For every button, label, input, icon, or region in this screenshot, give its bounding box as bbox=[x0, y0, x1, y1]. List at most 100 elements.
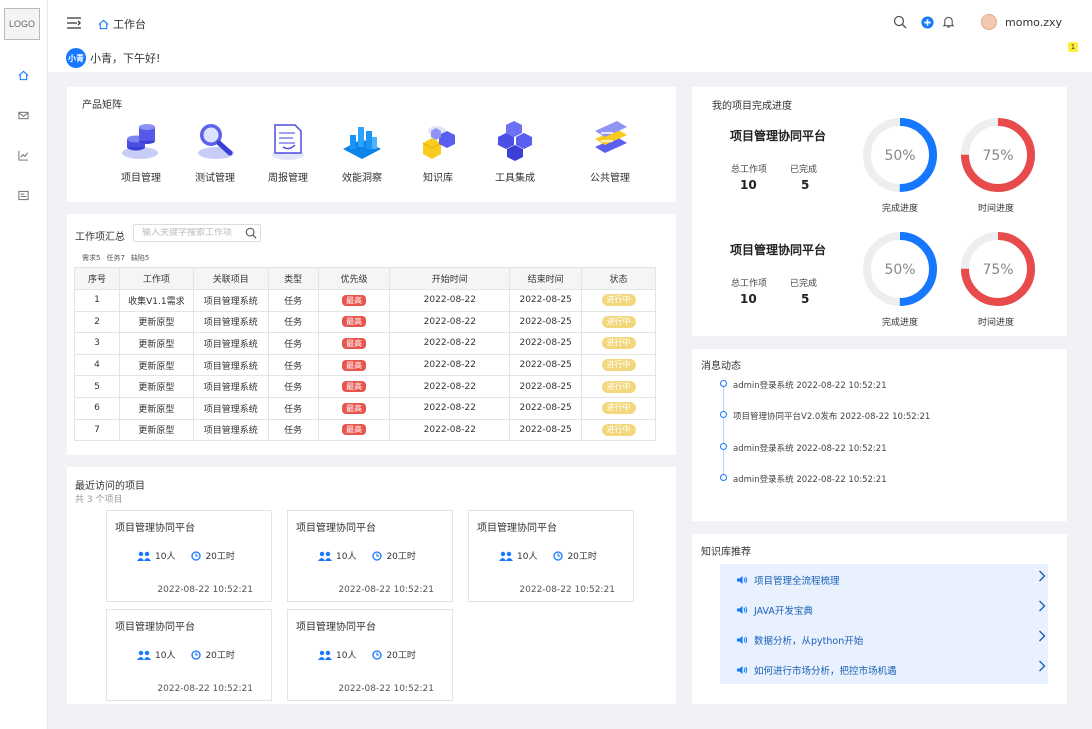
message-item[interactable]: admin登录系统 2022-08-22 10:52:21 bbox=[733, 379, 887, 391]
status-badge: 进行中 bbox=[601, 337, 636, 350]
workitems-search[interactable] bbox=[133, 224, 261, 242]
recent-project-card[interactable]: 项目管理协同平台 10人 20工时 2022-08-22 10:52:21 bbox=[468, 510, 634, 602]
cubes-icon bbox=[422, 126, 455, 159]
nav-chart-icon[interactable] bbox=[16, 148, 30, 162]
project-meta: 10人 20工时 bbox=[499, 549, 597, 562]
chevron-right-icon[interactable] bbox=[1038, 630, 1046, 645]
greeting-text: 小青，下午好! bbox=[90, 52, 161, 65]
project-name[interactable]: 项目管理协同平台 bbox=[115, 519, 195, 534]
search-icon[interactable] bbox=[893, 15, 907, 29]
column-header[interactable]: 类型 bbox=[267, 267, 319, 290]
project-meta: 10人 20工时 bbox=[318, 549, 416, 562]
knowledge-item[interactable]: 如何进行市场分析，把控市场机遇 bbox=[736, 660, 1046, 677]
product-item[interactable]: 周报管理 bbox=[258, 117, 318, 184]
table-cell: 进行中 bbox=[581, 310, 656, 334]
people-icon bbox=[318, 650, 332, 660]
speaker-icon bbox=[737, 576, 748, 584]
search-icon[interactable] bbox=[245, 227, 257, 239]
product-item[interactable]: 工具集成 bbox=[485, 117, 545, 184]
product-item[interactable]: 效能洞察 bbox=[332, 117, 392, 184]
username[interactable]: momo.zxy bbox=[1005, 16, 1062, 29]
workitems-title: 工作项汇总 bbox=[75, 232, 125, 243]
project-name[interactable]: 项目管理协同平台 bbox=[296, 618, 376, 633]
timeline-dot bbox=[720, 474, 727, 481]
table-cell: 任务 bbox=[267, 375, 319, 398]
table-row[interactable]: 7 更新原型 项目管理系统 任务 最高 2022-08-22 2022-08-25 进行中 bbox=[74, 418, 656, 442]
nav-mail-icon[interactable] bbox=[16, 108, 30, 122]
column-header[interactable]: 开始时间 bbox=[389, 267, 511, 290]
column-header[interactable]: 结束时间 bbox=[509, 267, 583, 290]
table-cell: 进行中 bbox=[581, 375, 656, 398]
people-count: 10人 bbox=[155, 552, 176, 562]
clock-icon bbox=[372, 649, 383, 660]
product-matrix-card: 产品矩阵 项目管理 测试管理 周报管理 效能洞察 知识库 工具集成 公共管理 bbox=[67, 87, 676, 202]
table-row[interactable]: 2 更新原型 项目管理系统 任务 最高 2022-08-22 2022-08-25 进行中 bbox=[74, 310, 656, 334]
table-row[interactable]: 6 更新原型 项目管理系统 任务 最高 2022-08-22 2022-08-25 进行中 bbox=[74, 396, 656, 420]
table-cell: 最高 bbox=[317, 289, 391, 312]
product-item[interactable]: 知识库 bbox=[408, 117, 468, 184]
project-name[interactable]: 项目管理协同平台 bbox=[296, 519, 376, 534]
chevron-right-icon[interactable] bbox=[1038, 570, 1046, 585]
table-row[interactable]: 3 更新原型 项目管理系统 任务 最高 2022-08-22 2022-08-25 进行中 bbox=[74, 332, 656, 355]
knowledge-title: 知识库推荐 bbox=[701, 547, 751, 558]
recent-project-card[interactable]: 项目管理协同平台 10人 20工时 2022-08-22 10:52:21 bbox=[106, 609, 272, 701]
knowledge-item[interactable]: JAVA开发宝典 bbox=[736, 600, 1046, 617]
message-item[interactable]: 项目管理协同平台V2.0发布 2022-08-22 10:52:21 bbox=[733, 410, 930, 422]
workitems-search-input[interactable] bbox=[142, 228, 242, 238]
magnifier-icon bbox=[198, 124, 234, 159]
project-name[interactable]: 项目管理协同平台 bbox=[115, 618, 195, 633]
people-count: 10人 bbox=[336, 651, 357, 661]
notice-badge[interactable]: 1 bbox=[1068, 42, 1078, 52]
nav-home-icon[interactable] bbox=[16, 68, 30, 82]
speaker-icon bbox=[737, 666, 748, 674]
table-row[interactable]: 1 收集V1.1需求 项目管理系统 任务 最高 2022-08-22 2022-08-25 进… bbox=[74, 289, 656, 312]
count-requirements[interactable]: 需求5 bbox=[82, 253, 100, 263]
work-hours: 20工时 bbox=[205, 651, 235, 661]
recent-project-card[interactable]: 项目管理协同平台 10人 20工时 2022-08-22 10:52:21 bbox=[106, 510, 272, 602]
table-cell: 7 bbox=[74, 418, 120, 442]
column-header[interactable]: 工作项 bbox=[118, 267, 194, 290]
recent-projects-card: 最近访问的项目 共 3 个项目 项目管理协同平台 10人 20工时 2022-08-2… bbox=[67, 467, 676, 704]
knowledge-item[interactable]: 数据分析，从python开始 bbox=[736, 630, 1046, 647]
knowledge-item[interactable]: 项目管理全流程梳理 bbox=[736, 570, 1046, 587]
project-name[interactable]: 项目管理协同平台 bbox=[730, 241, 826, 258]
column-header[interactable]: 序号 bbox=[74, 267, 120, 290]
table-cell: 2022-08-22 bbox=[389, 289, 511, 312]
people-icon bbox=[137, 650, 151, 660]
message-item[interactable]: admin登录系统 2022-08-22 10:52:21 bbox=[733, 442, 887, 454]
nav-report-icon[interactable] bbox=[16, 188, 30, 202]
table-cell: 任务 bbox=[267, 353, 319, 377]
table-row[interactable]: 4 更新原型 项目管理系统 任务 最高 2022-08-22 2022-08-25 进行中 bbox=[74, 353, 656, 377]
menu-toggle-icon[interactable] bbox=[66, 16, 82, 33]
count-bugs[interactable]: 缺陷5 bbox=[131, 253, 149, 263]
timeline-line bbox=[723, 383, 724, 479]
breadcrumb[interactable]: 工作台 bbox=[98, 16, 146, 32]
recent-project-card[interactable]: 项目管理协同平台 10人 20工时 2022-08-22 10:52:21 bbox=[287, 609, 453, 701]
status-badge: 进行中 bbox=[601, 380, 636, 393]
completion-ring: 50% bbox=[863, 232, 937, 306]
left-sidebar: LOGO bbox=[0, 0, 48, 729]
table-cell: 项目管理系统 bbox=[192, 310, 269, 334]
column-header[interactable]: 关联项目 bbox=[192, 267, 269, 290]
product-item[interactable]: 公共管理 bbox=[580, 117, 640, 184]
chevron-right-icon[interactable] bbox=[1038, 600, 1046, 615]
priority-badge: 最高 bbox=[341, 402, 366, 414]
project-name[interactable]: 项目管理协同平台 bbox=[477, 519, 557, 534]
product-item[interactable]: 项目管理 bbox=[111, 117, 171, 184]
table-row[interactable]: 5 更新原型 项目管理系统 任务 最高 2022-08-22 2022-08-25 进行中 bbox=[74, 375, 656, 398]
speaker-icon bbox=[737, 636, 748, 644]
chevron-right-icon[interactable] bbox=[1038, 660, 1046, 675]
column-header[interactable]: 状态 bbox=[581, 267, 656, 290]
table-cell: 项目管理系统 bbox=[192, 353, 269, 377]
recent-project-card[interactable]: 项目管理协同平台 10人 20工时 2022-08-22 10:52:21 bbox=[287, 510, 453, 602]
recent-subtitle: 共 3 个项目 bbox=[75, 495, 123, 505]
user-avatar[interactable] bbox=[981, 14, 997, 30]
message-item[interactable]: admin登录系统 2022-08-22 10:52:21 bbox=[733, 473, 887, 485]
time-ring: 75% bbox=[961, 232, 1035, 306]
add-circle-icon[interactable] bbox=[921, 15, 934, 29]
column-header[interactable]: 优先级 bbox=[317, 267, 391, 290]
count-tasks[interactable]: 任务7 bbox=[106, 253, 124, 263]
product-item[interactable]: 测试管理 bbox=[185, 117, 245, 184]
bell-icon[interactable] bbox=[942, 15, 955, 29]
knowledge-list: 项目管理全流程梳理 JAVA开发宝典 数据分析，从python开始 如何进行市场分析，… bbox=[720, 564, 1048, 684]
